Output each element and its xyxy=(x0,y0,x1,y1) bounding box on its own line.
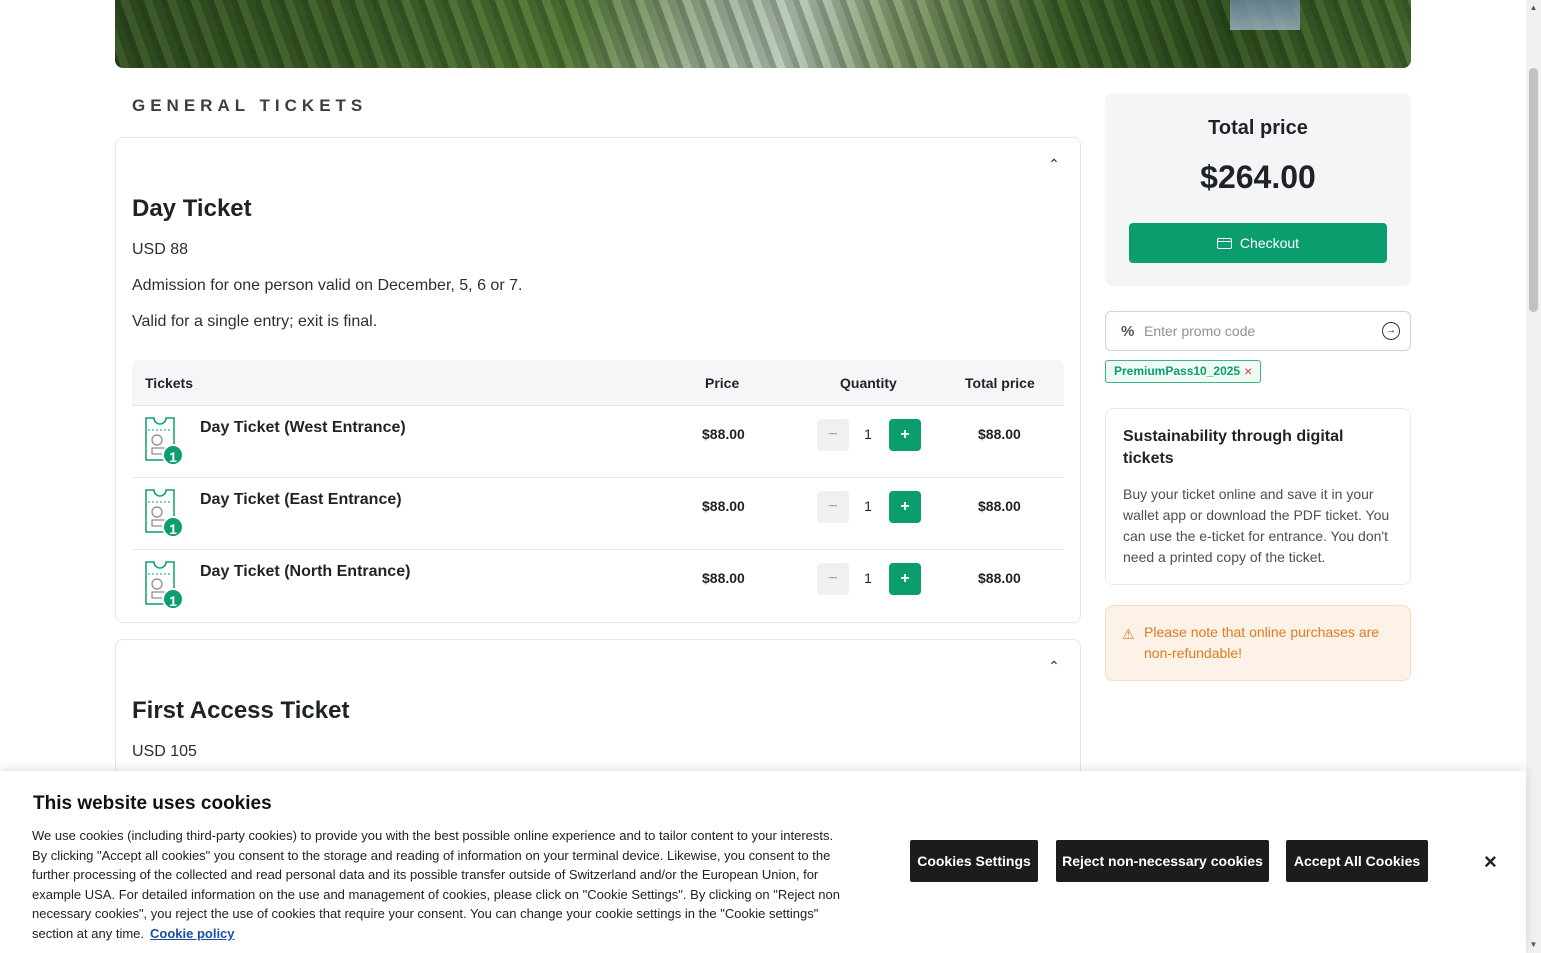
total-price-panel: Total price $264.00 Checkout xyxy=(1105,93,1411,286)
page-scrollbar[interactable]: ▲ ▼ xyxy=(1526,0,1541,953)
close-icon[interactable]: × xyxy=(1484,849,1497,875)
quantity-increase-button[interactable]: + xyxy=(889,563,921,595)
ticket-name: Day Ticket (East Entrance) xyxy=(200,491,402,508)
credit-card-icon xyxy=(1216,237,1232,249)
section-title: GENERAL TICKETS xyxy=(132,96,368,115)
table-row: 1 Day Ticket (West Entrance) $88.00 − 1 … xyxy=(132,406,1064,478)
cookie-description: We use cookies (including third-party co… xyxy=(32,826,842,944)
scroll-thumb[interactable] xyxy=(1529,68,1538,312)
ticket-name: Day Ticket (North Entrance) xyxy=(200,563,411,580)
quantity-decrease-button[interactable]: − xyxy=(817,563,849,595)
ticket-price: $88.00 xyxy=(702,570,745,586)
notice-text: Please note that online purchases are no… xyxy=(1144,624,1380,661)
ticket-count-badge: 1 xyxy=(162,588,184,610)
card-description: Admission for one person valid on Decemb… xyxy=(132,277,523,294)
cookie-text: We use cookies (including third-party co… xyxy=(32,828,840,941)
remove-promo-close-icon[interactable]: × xyxy=(1244,361,1252,382)
quantity-value: 1 xyxy=(864,498,872,514)
col-header-tickets: Tickets xyxy=(145,375,193,391)
cookie-policy-link[interactable]: Cookie policy xyxy=(150,926,235,941)
percent-icon: % xyxy=(1121,323,1135,340)
sustainability-title: Sustainability through digital tickets xyxy=(1123,428,1344,467)
scroll-up-icon[interactable]: ▲ xyxy=(1529,4,1538,12)
promo-code-input[interactable] xyxy=(1144,313,1372,349)
card-title: Day Ticket xyxy=(132,195,252,222)
col-header-quantity: Quantity xyxy=(840,375,897,391)
card-title: First Access Ticket xyxy=(132,697,350,724)
promo-tag-label: PremiumPass10_2025 xyxy=(1114,364,1241,378)
quantity-decrease-button[interactable]: − xyxy=(817,419,849,451)
sustainability-info-box: Sustainability through digital tickets B… xyxy=(1105,408,1411,585)
ticket-total: $88.00 xyxy=(978,426,1021,442)
promo-code-field[interactable]: % → xyxy=(1105,311,1411,351)
cookie-title: This website uses cookies xyxy=(33,793,272,814)
quantity-increase-button[interactable]: + xyxy=(889,491,921,523)
quantity-increase-button[interactable]: + xyxy=(889,419,921,451)
collapse-chevron-up-icon[interactable]: ⌃ xyxy=(1046,156,1062,172)
table-header: Tickets Price Quantity Total price xyxy=(132,360,1064,406)
cookie-banner: This website uses cookies We use cookies… xyxy=(0,771,1526,953)
quantity-value: 1 xyxy=(864,570,872,586)
ticket-name: Day Ticket (West Entrance) xyxy=(200,419,406,436)
ticket-price: $88.00 xyxy=(702,498,745,514)
hero-image xyxy=(115,0,1411,68)
total-price-label: Total price xyxy=(1208,117,1308,139)
table-row: 1 Day Ticket (North Entrance) $88.00 − 1… xyxy=(132,550,1064,622)
ticket-count-badge: 1 xyxy=(162,516,184,538)
arrow-right-circle-icon[interactable]: → xyxy=(1382,322,1400,340)
checkout-label: Checkout xyxy=(1239,235,1300,251)
card-description: Valid for a single entry; exit is final. xyxy=(132,313,378,330)
sustainability-text: Buy your ticket online and save it in yo… xyxy=(1123,486,1390,565)
collapse-chevron-up-icon[interactable]: ⌃ xyxy=(1046,658,1062,674)
accept-cookies-button[interactable]: Accept All Cookies xyxy=(1286,840,1428,882)
scroll-down-icon[interactable]: ▼ xyxy=(1529,941,1538,949)
refund-notice: ⚠ Please note that online purchases are … xyxy=(1105,605,1411,681)
total-price-value: $264.00 xyxy=(1200,159,1316,195)
col-header-total: Total price xyxy=(965,375,1035,391)
ticket-table: Tickets Price Quantity Total price 1 Day… xyxy=(132,360,1064,622)
ticket-count-badge: 1 xyxy=(162,444,184,466)
quantity-decrease-button[interactable]: − xyxy=(817,491,849,523)
applied-promo-tag: PremiumPass10_2025 × xyxy=(1105,360,1262,383)
checkout-button[interactable]: Checkout xyxy=(1129,223,1387,263)
cookies-settings-button[interactable]: Cookies Settings xyxy=(910,840,1038,882)
ticket-card-day: ⌃ Day Ticket USD 88 Admission for one pe… xyxy=(115,137,1081,623)
warning-icon: ⚠ xyxy=(1122,626,1135,642)
card-price: USD 105 xyxy=(132,743,197,760)
card-price: USD 88 xyxy=(132,241,189,258)
ticket-price: $88.00 xyxy=(702,426,745,442)
reject-cookies-button[interactable]: Reject non-necessary cookies xyxy=(1056,840,1269,882)
col-header-price: Price xyxy=(705,375,740,391)
quantity-value: 1 xyxy=(864,426,872,442)
table-row: 1 Day Ticket (East Entrance) $88.00 − 1 … xyxy=(132,478,1064,550)
ticket-total: $88.00 xyxy=(978,570,1021,586)
ticket-total: $88.00 xyxy=(978,498,1021,514)
